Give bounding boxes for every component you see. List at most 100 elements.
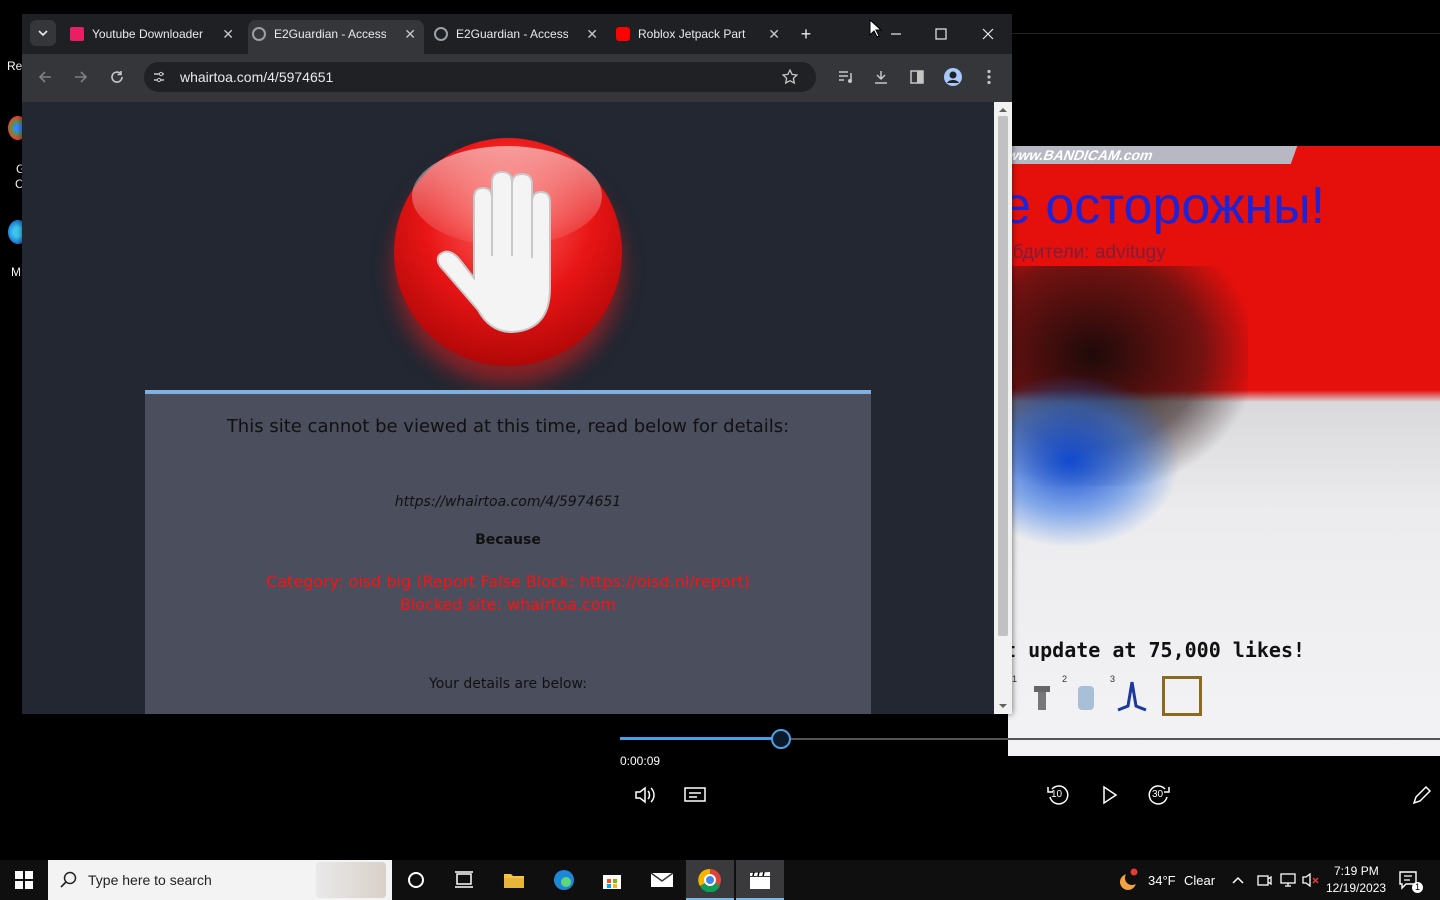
video-frame[interactable]: www.BANDICAM.com е осторожны! обдители: … — [1008, 146, 1440, 756]
network-button[interactable] — [1279, 872, 1297, 888]
captions-icon — [684, 787, 706, 802]
page-scrollbar[interactable] — [994, 102, 1012, 714]
mail-taskbar-button[interactable] — [638, 860, 686, 900]
block-details-panel: This site cannot be viewed at this time,… — [145, 390, 871, 714]
cortana-circle-icon — [408, 872, 424, 888]
folder-icon — [504, 874, 524, 888]
hotbar-tool-icon — [1024, 676, 1060, 716]
minimize-button[interactable] — [882, 20, 910, 48]
seek-thumb[interactable] — [770, 729, 791, 749]
skip-back-button[interactable]: 10 — [1043, 780, 1073, 810]
network-icon — [1280, 873, 1296, 887]
notification-center-button[interactable]: 1 — [1398, 870, 1423, 893]
file-explorer-button[interactable] — [490, 860, 538, 900]
video-blue-smudge — [1008, 376, 1178, 546]
tab-youtube-downloader[interactable]: Youtube Downloader ✕ — [66, 20, 242, 54]
address-bar[interactable]: whairtoa.com/4/5974651 — [144, 62, 816, 92]
bookmark-star-icon[interactable] — [781, 68, 799, 85]
play-button[interactable] — [1094, 780, 1124, 810]
reload-icon — [111, 71, 123, 83]
chrome-taskbar-button[interactable] — [686, 860, 734, 900]
back-button[interactable] — [31, 63, 59, 91]
video-subline: обдители: advitugy — [1008, 242, 1166, 263]
skip-back-seconds: 10 — [1051, 789, 1063, 800]
clapperboard-icon — [750, 871, 770, 889]
tab-roblox-jetpack[interactable]: Roblox Jetpack Part ✕ — [612, 20, 788, 54]
edit-button[interactable] — [1406, 780, 1436, 810]
youtube-icon — [616, 27, 630, 41]
video-likes-text: t update at 75,000 likes! — [1008, 638, 1306, 662]
globe-icon — [434, 27, 448, 41]
mail-icon — [650, 872, 674, 887]
store-bag-icon — [603, 875, 621, 889]
chrome-icon — [698, 868, 721, 892]
store-taskbar-button[interactable] — [588, 860, 636, 900]
hotbar-slot-1-number: 1 — [1012, 674, 1018, 684]
search-icon — [60, 871, 77, 888]
profile-button[interactable] — [939, 63, 967, 91]
close-tab-icon[interactable]: ✕ — [404, 20, 416, 48]
skip-forward-button[interactable]: 30 — [1144, 780, 1174, 810]
cortana-button[interactable] — [392, 860, 440, 900]
edge-icon — [554, 870, 574, 890]
tab-strip: Youtube Downloader ✕ E2Guardian - Access… — [22, 14, 1012, 54]
reload-button[interactable] — [103, 63, 131, 91]
task-view-button[interactable] — [440, 860, 488, 900]
weather-moon-icon — [1120, 868, 1139, 890]
movies-tv-taskbar-button[interactable] — [736, 860, 784, 900]
site-info-icon[interactable] — [152, 70, 166, 84]
desktop-label-recycle: Re — [7, 59, 23, 73]
video-headline: е осторожны! — [1008, 177, 1326, 235]
hotbar-jetpack-icon — [1114, 676, 1150, 716]
scroll-up-icon[interactable] — [994, 104, 1012, 116]
arrow-right-icon — [75, 71, 88, 83]
captions-button[interactable] — [680, 780, 710, 810]
tray-app-icon[interactable] — [1256, 872, 1272, 888]
close-window-button[interactable] — [974, 20, 1002, 48]
volume-button[interactable] — [630, 780, 660, 810]
forward-button[interactable] — [67, 63, 95, 91]
tab-search-button[interactable] — [30, 20, 56, 46]
details-label: Your details are below: — [429, 676, 587, 692]
maximize-button[interactable] — [927, 20, 955, 48]
taskbar-search-box[interactable]: Type here to search — [48, 860, 392, 900]
scrollbar-thumb[interactable] — [998, 116, 1008, 636]
because-label: Because — [475, 532, 541, 548]
close-tab-icon[interactable]: ✕ — [586, 20, 598, 48]
taskbar: Type here to search 34°F Clear 7:19 PM 1… — [0, 860, 1440, 900]
new-tab-button[interactable]: + — [792, 20, 820, 48]
desktop-label-m: M — [11, 265, 21, 279]
weather-widget[interactable]: 34°F Clear — [1116, 860, 1220, 900]
minimize-icon — [891, 33, 901, 35]
downloads-button[interactable] — [867, 63, 895, 91]
tab-e2guardian[interactable]: E2Guardian - Access ✕ — [430, 20, 606, 54]
media-control-button[interactable] — [832, 63, 860, 91]
stop-hand-icon — [394, 138, 622, 366]
tab-title: E2Guardian - Access — [274, 27, 386, 41]
media-queue-icon — [839, 71, 852, 83]
volume-muted-icon — [1302, 872, 1319, 888]
chevron-down-icon — [38, 30, 48, 37]
close-tab-icon[interactable]: ✕ — [768, 20, 780, 48]
side-panel-button[interactable] — [903, 63, 931, 91]
close-tab-icon[interactable]: ✕ — [222, 20, 234, 48]
weather-temp: 34°F — [1148, 873, 1176, 888]
tray-overflow-button[interactable] — [1230, 872, 1246, 888]
page-viewport: This site cannot be viewed at this time,… — [22, 102, 994, 714]
edge-taskbar-button[interactable] — [540, 860, 588, 900]
menu-button[interactable] — [975, 63, 1003, 91]
close-icon — [982, 28, 994, 40]
clock[interactable]: 7:19 PM 12/19/2023 — [1322, 862, 1388, 898]
volume-tray-button[interactable] — [1302, 872, 1320, 888]
seek-progress — [620, 737, 780, 740]
tab-e2guardian-active[interactable]: E2Guardian - Access ✕ — [248, 20, 424, 54]
globe-icon — [252, 27, 266, 41]
blocked-url: https://whairtoa.com/4/5974651 — [394, 494, 622, 510]
scroll-down-icon[interactable] — [994, 700, 1012, 712]
clock-date: 12/19/2023 — [1326, 881, 1387, 895]
side-panel-icon — [910, 70, 924, 84]
bandicam-watermark: www.BANDICAM.com — [1008, 146, 1298, 164]
start-button[interactable] — [0, 860, 48, 900]
block-heading: This site cannot be viewed at this time,… — [226, 416, 790, 437]
tab-title: Youtube Downloader — [92, 27, 203, 41]
